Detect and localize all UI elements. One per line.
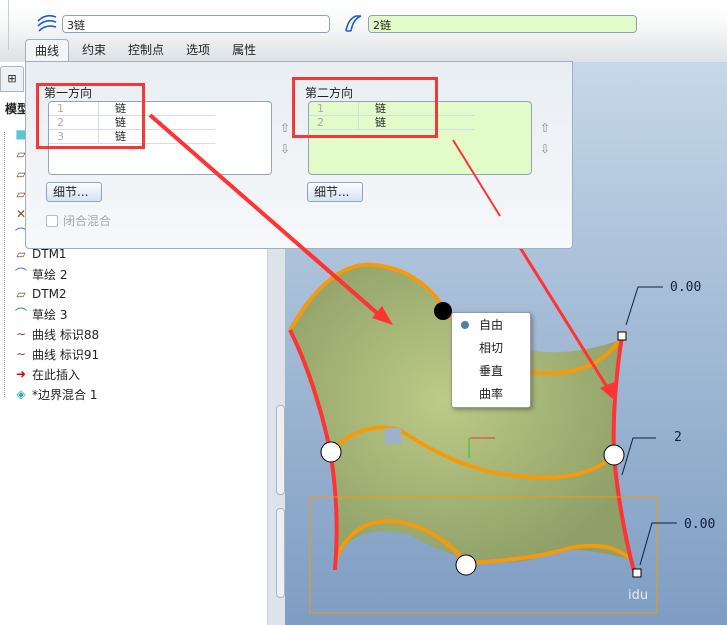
- blend-handle-selected: [434, 302, 452, 320]
- annotation-box: [36, 83, 145, 149]
- menu-item-tangent[interactable]: 相切: [452, 337, 530, 359]
- selected-radio-icon: [461, 321, 469, 329]
- closed-blend-checkbox[interactable]: 闭合混合: [46, 212, 111, 229]
- blend-handle: [603, 444, 625, 466]
- menu-item-free[interactable]: 自由: [452, 314, 530, 336]
- dimension-top[interactable]: 0.00: [670, 280, 701, 295]
- menu-item-normal[interactable]: 垂直: [452, 360, 530, 382]
- move-down-icon[interactable]: ⇩: [279, 143, 291, 155]
- blend-handle: [320, 441, 342, 463]
- move-up-icon[interactable]: ⇧: [279, 122, 291, 134]
- blend-surface: [290, 264, 632, 565]
- constraint-context-menu: 自由 相切 垂直 曲率: [451, 312, 531, 408]
- second-details-button[interactable]: 细节...: [307, 182, 363, 202]
- menu-item-curvature[interactable]: 曲率: [452, 383, 530, 405]
- move-down-icon[interactable]: ⇩: [539, 143, 551, 155]
- checkbox-box[interactable]: [46, 214, 58, 227]
- annotation-box: [292, 77, 438, 138]
- move-up-icon[interactable]: ⇧: [539, 122, 551, 134]
- dimension-middle[interactable]: 2: [674, 430, 682, 445]
- blend-handle: [455, 554, 477, 576]
- dimension-bottom[interactable]: 0.00: [684, 517, 715, 532]
- watermark-logo: idu: [628, 588, 649, 603]
- first-details-button[interactable]: 细节...: [46, 182, 102, 202]
